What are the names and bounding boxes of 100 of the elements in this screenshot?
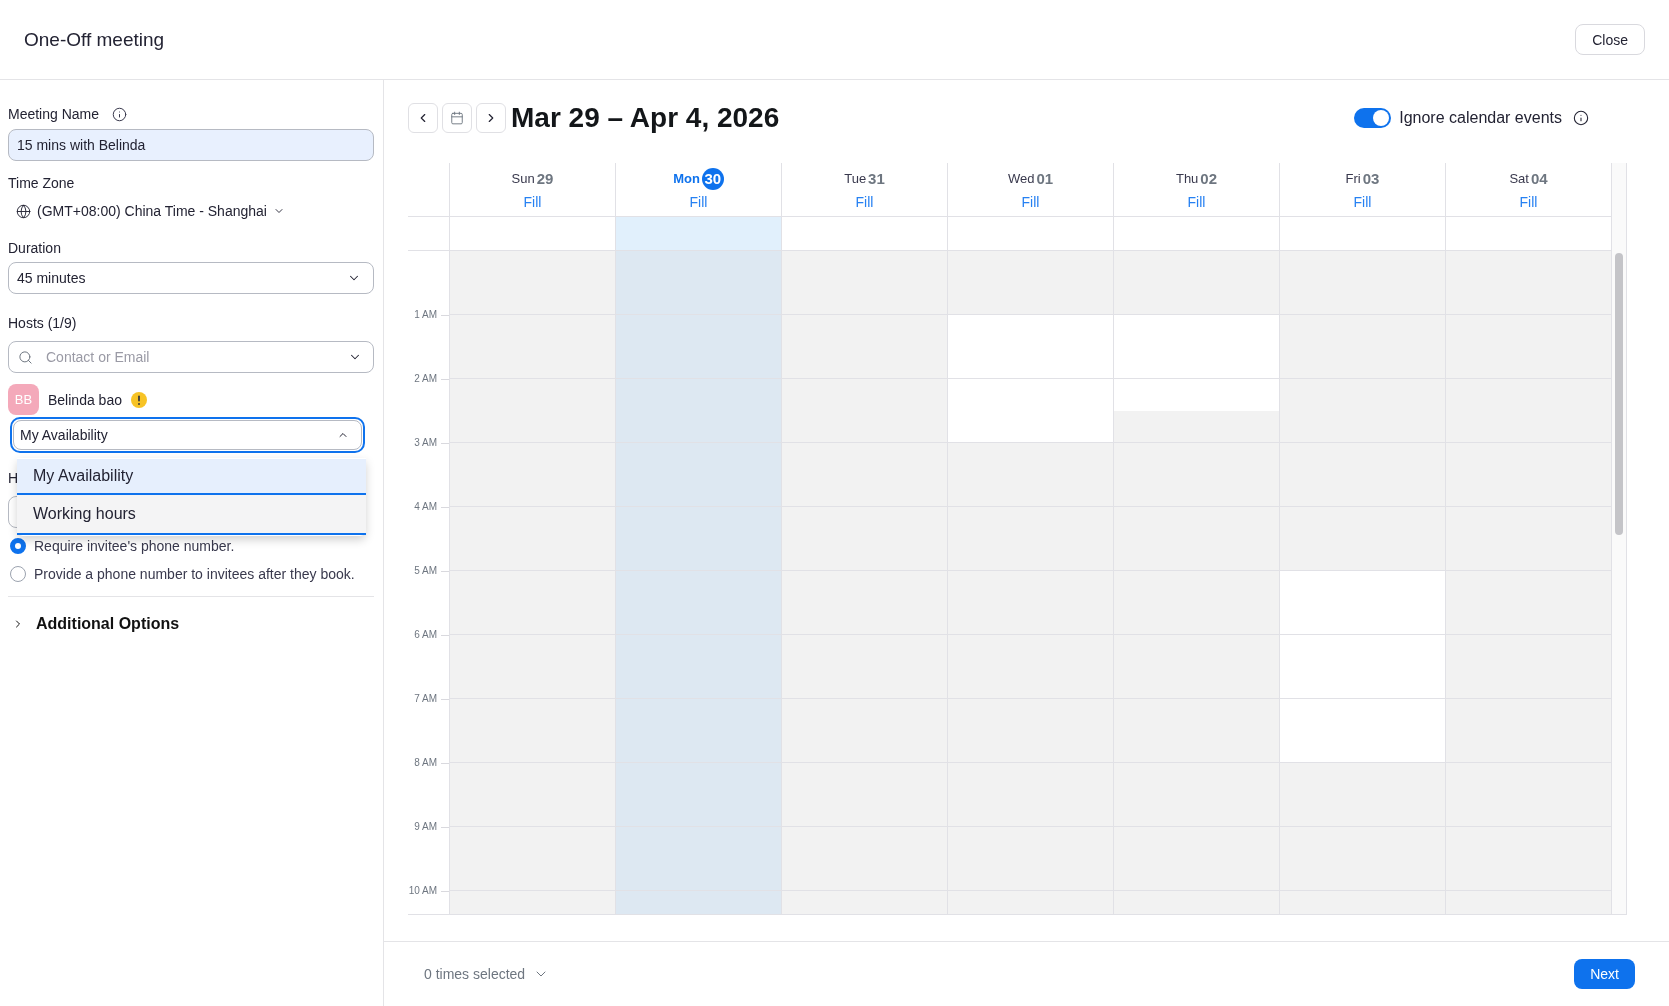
- fill-link[interactable]: Fill: [689, 193, 708, 211]
- time-slot[interactable]: [450, 475, 615, 507]
- previous-button[interactable]: [408, 103, 438, 133]
- fill-link[interactable]: Fill: [1353, 193, 1372, 211]
- all-day-slot[interactable]: [615, 217, 781, 250]
- time-zone-select[interactable]: (GMT+08:00) China Time - Shanghai: [8, 200, 285, 222]
- time-slot[interactable]: [450, 347, 615, 379]
- info-icon[interactable]: [1573, 110, 1589, 126]
- time-slot[interactable]: [1114, 635, 1279, 667]
- time-slot[interactable]: [1446, 539, 1611, 571]
- time-slot[interactable]: [1280, 251, 1445, 283]
- time-slot[interactable]: [1114, 283, 1279, 315]
- info-icon[interactable]: [112, 106, 128, 122]
- fill-link[interactable]: Fill: [1021, 193, 1040, 211]
- radio-button[interactable]: [10, 566, 26, 582]
- time-slot[interactable]: [948, 443, 1113, 475]
- time-slot[interactable]: [1114, 539, 1279, 571]
- time-slot[interactable]: [1446, 283, 1611, 315]
- time-slot[interactable]: [1280, 379, 1445, 411]
- time-slot[interactable]: [782, 411, 947, 443]
- time-slot[interactable]: [1114, 571, 1279, 603]
- time-slot[interactable]: [450, 507, 615, 539]
- time-slot[interactable]: [1446, 315, 1611, 347]
- time-slot[interactable]: [450, 315, 615, 347]
- dropdown-option[interactable]: My Availability: [17, 459, 366, 495]
- time-slot[interactable]: [1446, 411, 1611, 443]
- next-week-button[interactable]: [476, 103, 506, 133]
- times-selected-dropdown[interactable]: 0 times selected: [424, 964, 550, 984]
- time-slot[interactable]: [782, 443, 947, 475]
- time-slot[interactable]: [782, 891, 947, 914]
- time-slot[interactable]: [450, 251, 615, 283]
- time-slot[interactable]: [1114, 891, 1279, 914]
- time-slot[interactable]: [450, 731, 615, 763]
- time-slot[interactable]: [1280, 315, 1445, 347]
- toggle-switch[interactable]: [1354, 108, 1392, 128]
- calendar-button[interactable]: [442, 103, 472, 133]
- time-slot[interactable]: [1446, 347, 1611, 379]
- fill-link[interactable]: Fill: [523, 193, 542, 211]
- time-slot[interactable]: [1114, 667, 1279, 699]
- fill-link[interactable]: Fill: [1187, 193, 1206, 211]
- time-slot[interactable]: [1446, 603, 1611, 635]
- contact-search-field[interactable]: Contact or Email: [8, 341, 374, 373]
- time-slot[interactable]: [948, 283, 1113, 315]
- time-slot[interactable]: [1446, 795, 1611, 827]
- time-slot[interactable]: [1114, 251, 1279, 283]
- duration-select[interactable]: 45 minutes: [8, 262, 374, 294]
- time-slot[interactable]: [1446, 763, 1611, 795]
- time-slot[interactable]: [782, 379, 947, 411]
- fill-link[interactable]: Fill: [1519, 193, 1538, 211]
- time-slot[interactable]: [1446, 443, 1611, 475]
- time-slot[interactable]: [782, 315, 947, 347]
- time-slot[interactable]: [782, 283, 947, 315]
- time-slot[interactable]: [450, 539, 615, 571]
- time-slot[interactable]: [782, 347, 947, 379]
- availability-select[interactable]: My Availability: [10, 417, 365, 453]
- time-slot[interactable]: [1446, 699, 1611, 731]
- time-slot[interactable]: [450, 283, 615, 315]
- dropdown-option[interactable]: Working hours: [17, 495, 366, 535]
- time-slot[interactable]: [450, 603, 615, 635]
- time-slot[interactable]: [616, 891, 781, 914]
- time-slot[interactable]: [1280, 539, 1445, 571]
- time-slot[interactable]: [1446, 507, 1611, 539]
- time-slot[interactable]: [450, 667, 615, 699]
- time-slot[interactable]: [450, 795, 615, 827]
- time-slot[interactable]: [450, 827, 615, 859]
- time-slot[interactable]: [450, 571, 615, 603]
- time-slot[interactable]: [616, 251, 781, 283]
- time-slot[interactable]: [1446, 667, 1611, 699]
- time-slot[interactable]: [1114, 443, 1279, 475]
- time-slot[interactable]: [1114, 731, 1279, 763]
- time-slot[interactable]: [1114, 699, 1279, 731]
- time-slot[interactable]: [948, 251, 1113, 283]
- meeting-name-field[interactable]: 15 mins with Belinda: [8, 129, 374, 161]
- time-slot[interactable]: [1280, 347, 1445, 379]
- time-slot[interactable]: [1280, 411, 1445, 443]
- time-slot[interactable]: [782, 251, 947, 283]
- time-slot[interactable]: [1446, 379, 1611, 411]
- scrollbar-thumb[interactable]: [1615, 253, 1623, 535]
- time-slot[interactable]: [1114, 411, 1279, 443]
- time-slot[interactable]: [1446, 475, 1611, 507]
- scrollbar[interactable]: [1611, 163, 1627, 914]
- time-slot[interactable]: [1280, 763, 1445, 795]
- time-slot[interactable]: [450, 859, 615, 891]
- time-slot[interactable]: [1446, 891, 1611, 914]
- time-slot[interactable]: [1446, 571, 1611, 603]
- time-slot[interactable]: [1446, 251, 1611, 283]
- next-button[interactable]: Next: [1574, 959, 1635, 989]
- time-slot[interactable]: [450, 379, 615, 411]
- additional-options-toggle[interactable]: Additional Options: [8, 613, 180, 635]
- time-slot[interactable]: [1280, 283, 1445, 315]
- time-slot[interactable]: [1446, 731, 1611, 763]
- time-slot[interactable]: [1114, 603, 1279, 635]
- time-slot[interactable]: [1280, 891, 1445, 914]
- time-slot[interactable]: [450, 411, 615, 443]
- time-slot[interactable]: [1446, 635, 1611, 667]
- time-slot[interactable]: [1114, 763, 1279, 795]
- time-slot[interactable]: [450, 635, 615, 667]
- time-slot[interactable]: [1446, 859, 1611, 891]
- time-slot[interactable]: [1446, 827, 1611, 859]
- time-slot[interactable]: [450, 699, 615, 731]
